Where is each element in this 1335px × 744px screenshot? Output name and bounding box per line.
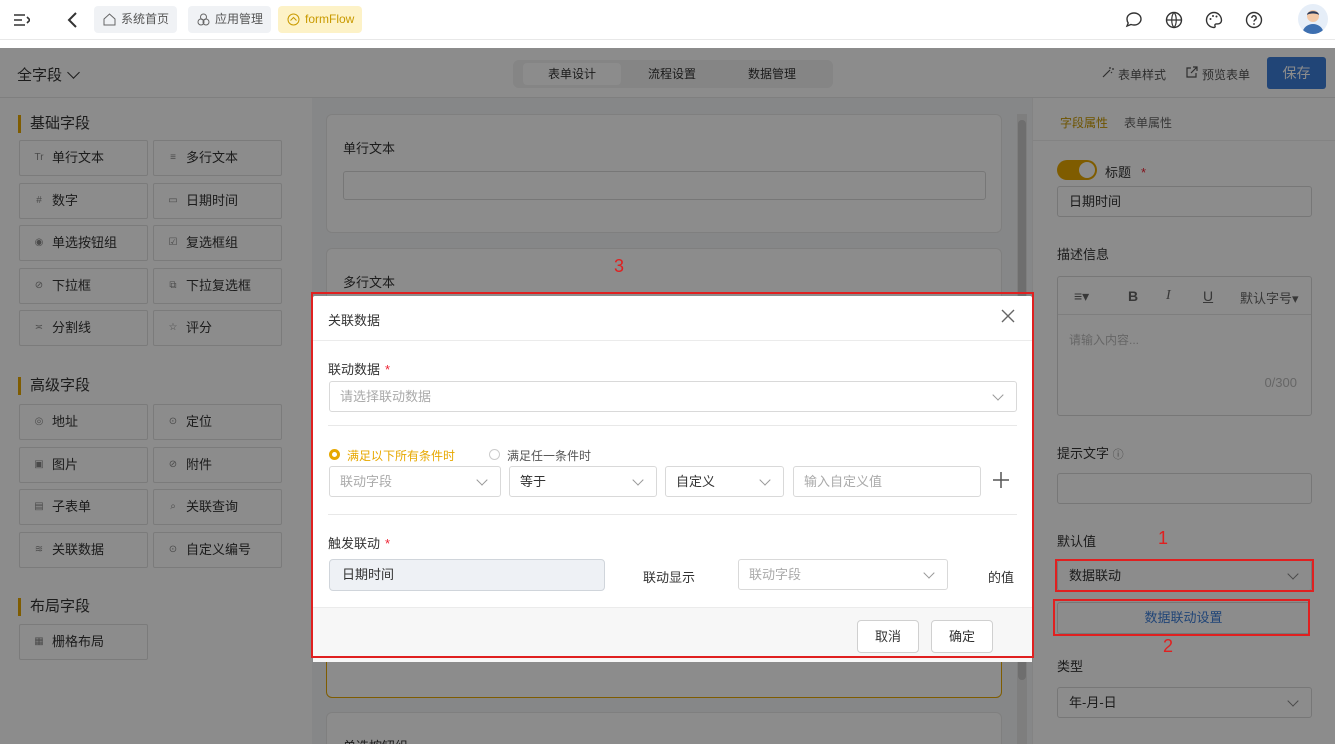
palette-icon[interactable] xyxy=(1205,11,1223,29)
home-icon xyxy=(103,13,116,26)
breadcrumb-label: 应用管理 xyxy=(215,12,264,26)
breadcrumb-home[interactable]: 系统首页 xyxy=(94,6,178,33)
apps-icon xyxy=(197,13,210,26)
breadcrumb-label: formFlow xyxy=(305,12,355,26)
breadcrumb-apps[interactable]: 应用管理 xyxy=(188,6,272,33)
annotation-box-2 xyxy=(1053,599,1310,636)
annotation-number-1: 1 xyxy=(1158,528,1169,548)
flow-icon xyxy=(287,13,300,26)
annotation-number-2: 2 xyxy=(1163,636,1174,656)
annotation-box-1 xyxy=(1055,559,1314,592)
top-bar: 系统首页 应用管理 formFlow xyxy=(0,0,1335,40)
annotation-number-3: 3 xyxy=(614,256,625,276)
avatar[interactable] xyxy=(1298,4,1328,34)
breadcrumb-formflow[interactable]: formFlow xyxy=(278,6,363,33)
annotation-box-3 xyxy=(311,292,1034,658)
message-icon[interactable] xyxy=(1125,11,1143,29)
globe-icon[interactable] xyxy=(1165,11,1183,29)
help-icon[interactable] xyxy=(1245,11,1263,29)
menu-toggle-icon[interactable] xyxy=(12,11,30,29)
breadcrumb-label: 系统首页 xyxy=(121,12,170,26)
back-icon[interactable] xyxy=(64,10,82,30)
